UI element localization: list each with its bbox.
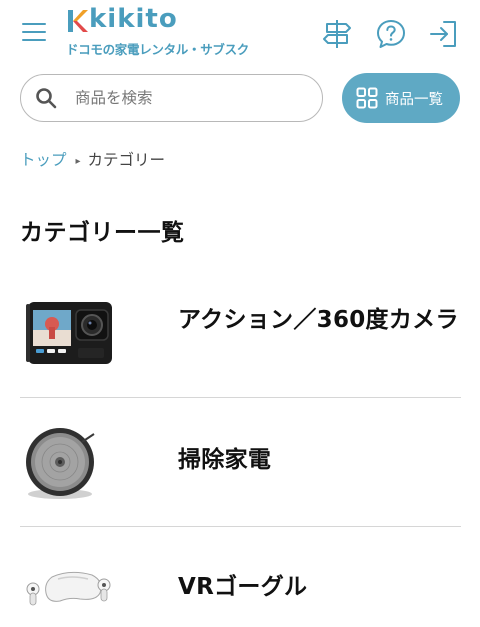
breadcrumb-top-link[interactable]: トップ [20, 151, 67, 169]
action-camera-image [26, 302, 112, 364]
vr-headset-image [26, 571, 111, 606]
breadcrumb: トップ ▸ カテゴリー [20, 148, 165, 170]
robot-vacuum-image [26, 428, 95, 499]
category-name: アクション／360度カメラ [178, 307, 459, 333]
help-icon[interactable] [375, 18, 407, 50]
all-products-button[interactable]: 商品一覧 [342, 73, 460, 123]
breadcrumb-current: カテゴリー [87, 151, 166, 169]
all-products-label: 商品一覧 [385, 92, 443, 108]
grid-icon [356, 87, 378, 109]
site-header: kikito ドコモの家電レンタル・サブスク [0, 0, 480, 64]
category-item-cleaning[interactable]: 掃除家電 [20, 397, 461, 526]
logo-subtitle: ドコモの家電レンタル・サブスク [66, 42, 250, 57]
menu-icon[interactable] [22, 22, 46, 42]
category-item-action-camera[interactable]: アクション／360度カメラ [20, 270, 461, 397]
search-icon[interactable] [34, 86, 58, 110]
signpost-icon[interactable] [321, 18, 353, 50]
logo-wordmark: kikito [89, 4, 178, 34]
chevron-right-icon: ▸ [75, 156, 81, 167]
search-box [20, 74, 323, 122]
site-logo[interactable]: kikito ドコモの家電レンタル・サブスク [66, 4, 266, 58]
logo-mark-icon [68, 10, 88, 32]
category-list: アクション／360度カメラ 掃除家電 VRゴーグル [20, 270, 461, 627]
page-title: カテゴリー一覧 [20, 220, 185, 246]
category-name: VRゴーグル [178, 574, 308, 600]
category-name: 掃除家電 [178, 447, 272, 473]
search-input[interactable] [75, 83, 315, 113]
category-item-vr[interactable]: VRゴーグル [20, 526, 461, 627]
login-icon[interactable] [427, 18, 459, 50]
